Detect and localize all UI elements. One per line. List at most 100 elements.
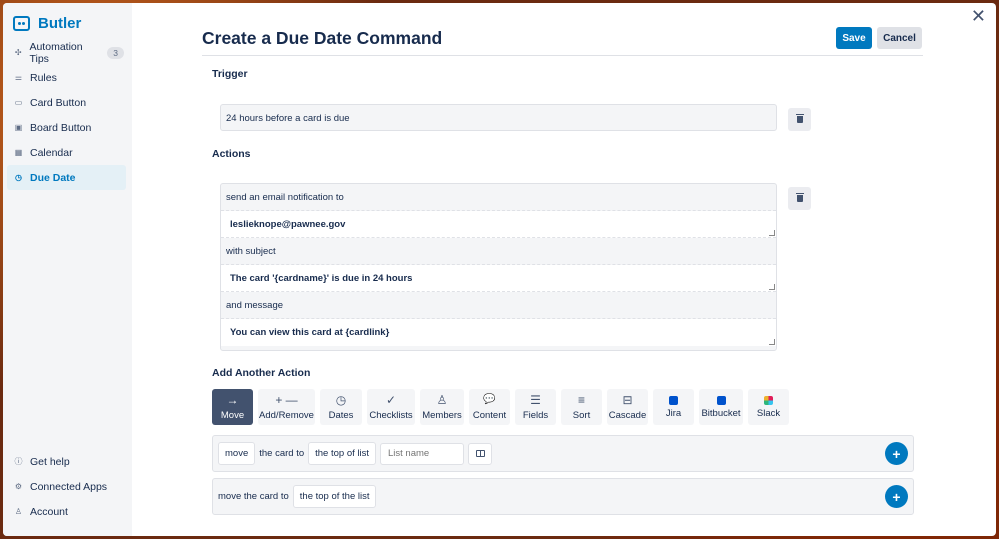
tile-label: Dates bbox=[328, 409, 354, 421]
sidebar-item-rules[interactable]: ⚌ Rules bbox=[7, 65, 126, 90]
trigger-field[interactable]: 24 hours before a card is due bbox=[220, 104, 777, 131]
action-text: with subject bbox=[221, 238, 776, 265]
sidebar-item-label: Automation Tips bbox=[29, 40, 83, 65]
board-icon bbox=[475, 450, 485, 457]
sidebar-item-calendar[interactable]: ▦ Calendar bbox=[7, 140, 126, 165]
add-action-button[interactable]: + bbox=[885, 485, 908, 508]
comment-icon: 💬 bbox=[483, 393, 496, 405]
divider bbox=[202, 55, 923, 56]
tile-bitbucket[interactable]: Bitbucket bbox=[699, 389, 743, 425]
close-icon[interactable]: ✕ bbox=[971, 7, 986, 25]
sidebar-item-label: Board Button bbox=[30, 121, 92, 134]
verb-select[interactable]: move bbox=[218, 442, 256, 465]
sidebar-item-label: Calendar bbox=[30, 146, 73, 159]
app-name: Butler bbox=[38, 15, 82, 32]
jira-icon bbox=[669, 395, 678, 405]
sidebar-item-connected-apps[interactable]: ⚙ Connected Apps bbox=[7, 474, 126, 499]
count-badge: 3 bbox=[107, 46, 124, 59]
sidebar-item-label: Card Button bbox=[30, 96, 87, 109]
brand: Butler bbox=[13, 15, 81, 32]
add-remove-icon: + — bbox=[275, 392, 298, 407]
tile-sort[interactable]: ≡ Sort bbox=[561, 389, 602, 425]
sparkle-icon: ✣ bbox=[14, 48, 22, 57]
board-picker-button[interactable] bbox=[468, 442, 492, 465]
action-text: send an email notification to bbox=[221, 184, 776, 211]
tile-fields[interactable]: ☰ Fields bbox=[515, 389, 556, 425]
bitbucket-icon bbox=[716, 395, 726, 405]
arrow-right-icon: → bbox=[226, 392, 239, 407]
tile-label: Members bbox=[422, 409, 462, 421]
tile-cascade[interactable]: ⊟ Cascade bbox=[607, 389, 648, 425]
person-icon: ♙ bbox=[436, 392, 448, 407]
tile-members[interactable]: ♙ Members bbox=[420, 389, 464, 425]
sidebar-item-get-help[interactable]: ⓘ Get help bbox=[7, 449, 126, 474]
save-button[interactable]: Save bbox=[836, 27, 872, 49]
sidebar-item-label: Account bbox=[30, 505, 68, 518]
actions-heading: Actions bbox=[212, 148, 251, 160]
check-icon: ✓ bbox=[385, 392, 397, 407]
trash-icon bbox=[795, 193, 804, 202]
plus-icon: + bbox=[892, 488, 901, 505]
action-type-tiles: → Move + — Add/Remove ◷ Dates ✓ Checklis… bbox=[212, 389, 789, 425]
sliders-icon: ⚌ bbox=[14, 73, 23, 82]
tile-label: Move bbox=[220, 409, 245, 421]
command-text: the card to bbox=[259, 448, 305, 459]
add-action-button[interactable]: + bbox=[885, 442, 908, 465]
sidebar-nav: ✣ Automation Tips 3 ⚌ Rules ▭ Card Butto… bbox=[7, 40, 126, 190]
sidebar-item-automation-tips[interactable]: ✣ Automation Tips 3 bbox=[7, 40, 126, 65]
delete-trigger-button[interactable] bbox=[788, 108, 811, 131]
action-editor: send an email notification to leslieknop… bbox=[220, 183, 777, 351]
robot-icon bbox=[13, 16, 30, 31]
action-text: and message bbox=[221, 292, 776, 319]
plus-icon: + bbox=[892, 445, 901, 462]
add-action-heading: Add Another Action bbox=[212, 367, 311, 379]
board-icon: ▣ bbox=[14, 123, 23, 132]
tile-move[interactable]: → Move bbox=[212, 389, 253, 425]
clock-icon: ◷ bbox=[15, 173, 22, 182]
trash-icon bbox=[795, 114, 804, 123]
sidebar-item-board-button[interactable]: ▣ Board Button bbox=[7, 115, 126, 140]
position-select[interactable]: the top of the list bbox=[292, 485, 377, 508]
tile-label: Checklists bbox=[369, 409, 413, 421]
sort-icon: ≡ bbox=[577, 392, 585, 407]
sidebar-item-label: Due Date bbox=[30, 171, 76, 184]
sidebar-item-due-date[interactable]: ◷ Due Date bbox=[7, 165, 126, 190]
tile-label: Sort bbox=[572, 409, 591, 421]
sidebar-item-card-button[interactable]: ▭ Card Button bbox=[7, 90, 126, 115]
page-title: Create a Due Date Command bbox=[202, 28, 443, 48]
tile-label: Jira bbox=[665, 407, 682, 419]
list-name-input[interactable] bbox=[380, 442, 464, 465]
slack-icon bbox=[764, 395, 773, 405]
move-command-row: move the card to the top of list + bbox=[212, 435, 914, 472]
tile-content[interactable]: 💬 Content bbox=[469, 389, 510, 425]
email-field[interactable]: leslieknope@pawnee.gov bbox=[221, 211, 776, 238]
tile-label: Slack bbox=[756, 407, 781, 419]
tile-label: Add/Remove bbox=[259, 409, 314, 421]
tile-label: Content bbox=[472, 409, 507, 421]
trigger-heading: Trigger bbox=[212, 68, 248, 80]
tile-slack[interactable]: Slack bbox=[748, 389, 789, 425]
tile-label: Bitbucket bbox=[701, 407, 741, 419]
sidebar-bottom-nav: ⓘ Get help ⚙ Connected Apps ♙ Account bbox=[7, 449, 126, 524]
cancel-button[interactable]: Cancel bbox=[877, 27, 922, 49]
cascade-icon: ⊟ bbox=[622, 392, 633, 407]
lines-icon: ☰ bbox=[530, 392, 541, 407]
tile-label: Fields bbox=[522, 409, 549, 421]
tile-add-remove[interactable]: + — Add/Remove bbox=[258, 389, 315, 425]
tile-dates[interactable]: ◷ Dates bbox=[320, 389, 362, 425]
person-icon: ♙ bbox=[14, 507, 23, 516]
sidebar-item-label: Connected Apps bbox=[30, 480, 108, 493]
sidebar-item-account[interactable]: ♙ Account bbox=[7, 499, 126, 524]
message-field[interactable]: You can view this card at {cardlink} bbox=[221, 319, 776, 346]
position-select[interactable]: the top of list bbox=[308, 442, 376, 465]
tile-checklists[interactable]: ✓ Checklists bbox=[367, 389, 415, 425]
subject-field[interactable]: The card '{cardname}' is due in 24 hours bbox=[221, 265, 776, 292]
calendar-icon: ▦ bbox=[14, 148, 23, 157]
sidebar: Butler ✣ Automation Tips 3 ⚌ Rules ▭ Car… bbox=[3, 3, 132, 536]
butler-window: Butler ✣ Automation Tips 3 ⚌ Rules ▭ Car… bbox=[3, 3, 996, 536]
command-text: move the card to bbox=[218, 491, 289, 502]
info-icon: ⓘ bbox=[14, 457, 23, 466]
tile-jira[interactable]: Jira bbox=[653, 389, 694, 425]
card-icon: ▭ bbox=[14, 98, 23, 107]
delete-action-button[interactable] bbox=[788, 187, 811, 210]
